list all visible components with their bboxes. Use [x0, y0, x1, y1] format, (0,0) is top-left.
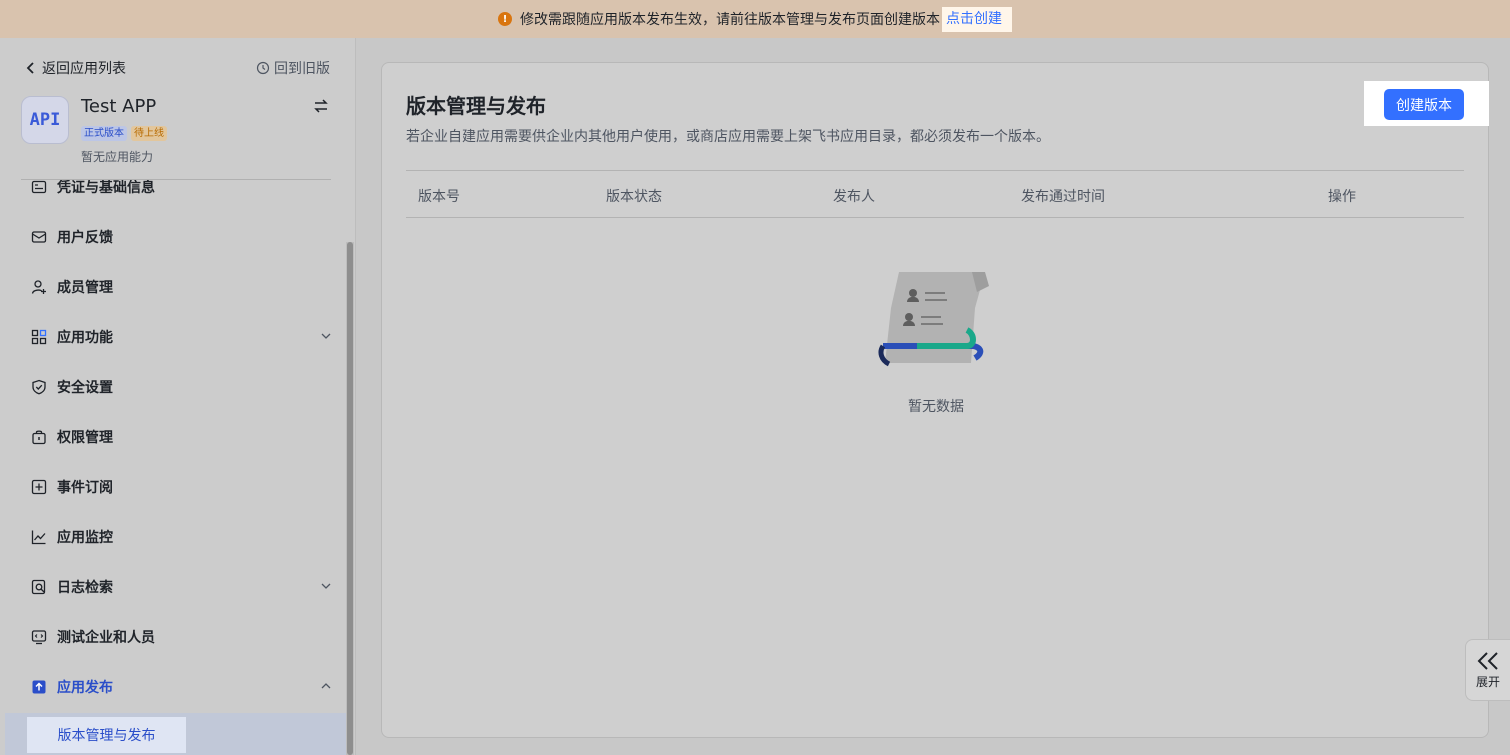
sidebar-subitem-container: 版本管理与发布 — [5, 713, 346, 755]
sidebar-item-credentials[interactable]: 凭证与基础信息 — [0, 162, 346, 212]
sidebar-item-log-search[interactable]: 日志检索 — [0, 562, 346, 612]
credential-icon — [30, 178, 48, 196]
sidebar-item-label: 安全设置 — [57, 380, 113, 396]
sidebar-item-label: 用户反馈 — [57, 230, 113, 246]
status-badge-pending: 待上线 — [131, 126, 167, 141]
empty-state-illustration — [878, 272, 989, 367]
log-search-icon — [30, 578, 48, 596]
feedback-icon — [30, 228, 48, 246]
warning-icon: ! — [498, 12, 512, 26]
sidebar-item-label: 凭证与基础信息 — [57, 180, 155, 196]
sidebar-item-label: 事件订阅 — [57, 480, 113, 496]
main-content-card: 版本管理与发布 若企业自建应用需要供企业内其他用户使用，或商店应用需要上架飞书应… — [381, 62, 1489, 738]
sidebar-subitem-version-management[interactable]: 版本管理与发布 — [27, 717, 186, 753]
monitor-icon — [30, 528, 48, 546]
history-icon — [256, 61, 270, 75]
event-icon — [30, 478, 48, 496]
column-header-actions: 操作 — [1328, 189, 1356, 205]
sidebar-divider — [21, 179, 331, 180]
chevron-left-icon — [26, 62, 34, 74]
chevron-down-icon — [321, 333, 331, 339]
page-description: 若企业自建应用需要供企业内其他用户使用，或商店应用需要上架飞书应用目录，都必须发… — [406, 129, 1050, 145]
sidebar-item-label: 权限管理 — [57, 430, 113, 446]
sidebar: 返回应用列表 回到旧版 API Test APP 正式版本 待上线 暂无应用能力… — [0, 38, 356, 755]
status-badge-production: 正式版本 — [81, 126, 127, 141]
empty-state-text: 暂无数据 — [908, 399, 964, 415]
create-button-highlight: 创建版本 — [1364, 81, 1489, 126]
table-header: 版本号 版本状态 发布人 发布通过时间 操作 — [406, 170, 1464, 218]
sidebar-item-members[interactable]: 成员管理 — [0, 262, 346, 312]
shield-icon — [30, 378, 48, 396]
app-name: Test APP — [81, 96, 157, 117]
back-to-old-version-button[interactable]: 回到旧版 — [256, 58, 330, 78]
sidebar-item-label: 测试企业和人员 — [57, 630, 155, 646]
back-to-app-list-button[interactable]: 返回应用列表 — [24, 58, 126, 78]
create-version-button[interactable]: 创建版本 — [1384, 89, 1464, 120]
publish-icon — [30, 678, 48, 696]
sidebar-item-label: 成员管理 — [57, 280, 113, 296]
sidebar-item-publish[interactable]: 应用发布 — [0, 662, 346, 712]
sidebar-scrollbar[interactable] — [346, 242, 354, 755]
sidebar-item-features[interactable]: 应用功能 — [0, 312, 346, 362]
member-icon — [30, 278, 48, 296]
app-logo: API — [21, 96, 69, 144]
sidebar-menu: 凭证与基础信息 用户反馈 成员管理 应用功能 安全设置 权限管理 事件订阅 应用… — [0, 162, 346, 712]
app-badges: 正式版本 待上线 — [81, 126, 167, 141]
sidebar-item-security[interactable]: 安全设置 — [0, 362, 346, 412]
chevron-up-icon — [321, 683, 331, 689]
column-header-status: 版本状态 — [606, 189, 662, 205]
chevron-down-icon — [321, 583, 331, 589]
sidebar-item-feedback[interactable]: 用户反馈 — [0, 212, 346, 262]
sidebar-item-label: 应用发布 — [57, 680, 113, 696]
sidebar-item-test-org[interactable]: 测试企业和人员 — [0, 612, 346, 662]
sidebar-top: 返回应用列表 回到旧版 — [24, 58, 330, 78]
old-version-label: 回到旧版 — [274, 61, 330, 77]
sidebar-item-permissions[interactable]: 权限管理 — [0, 412, 346, 462]
expand-label: 展开 — [1475, 674, 1500, 689]
features-icon — [30, 328, 48, 346]
back-label: 返回应用列表 — [42, 61, 126, 77]
sidebar-item-label: 日志检索 — [57, 580, 113, 596]
column-header-publish-time: 发布通过时间 — [1021, 189, 1105, 205]
sidebar-item-label: 应用功能 — [57, 330, 113, 346]
column-header-version: 版本号 — [418, 189, 460, 205]
test-icon — [30, 628, 48, 646]
banner-create-link[interactable]: 点击创建 — [942, 6, 1012, 32]
sidebar-item-label: 应用监控 — [57, 530, 113, 546]
sidebar-item-monitoring[interactable]: 应用监控 — [0, 512, 346, 562]
column-header-publisher: 发布人 — [833, 189, 875, 205]
switch-app-button[interactable] — [313, 98, 329, 118]
banner-message: 修改需跟随应用版本发布生效，请前往版本管理与发布页面创建版本 — [520, 12, 940, 28]
sidebar-item-events[interactable]: 事件订阅 — [0, 462, 346, 512]
page-title: 版本管理与发布 — [406, 94, 546, 118]
permission-icon — [30, 428, 48, 446]
scrollbar-thumb[interactable] — [347, 242, 353, 755]
swap-icon — [314, 99, 328, 113]
double-chevron-left-icon — [1477, 651, 1498, 670]
app-card: API Test APP 正式版本 待上线 暂无应用能力 — [21, 96, 331, 166]
expand-panel-button[interactable]: 展开 — [1465, 639, 1510, 701]
top-banner: ! 修改需跟随应用版本发布生效，请前往版本管理与发布页面创建版本 点击创建 — [0, 0, 1510, 38]
